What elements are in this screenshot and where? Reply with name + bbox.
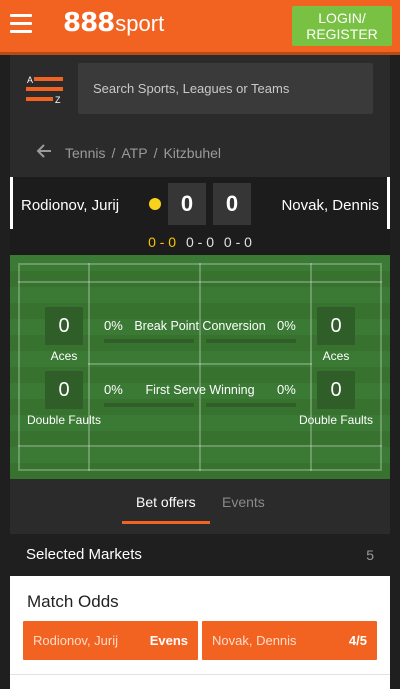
- login-label: LOGIN/: [318, 10, 366, 26]
- away-double-faults-value: 0: [317, 371, 355, 409]
- logo-number: 888: [63, 8, 115, 38]
- first-serve-title: First Serve Winning: [145, 383, 255, 397]
- away-odds-price: 4/5: [348, 633, 367, 648]
- home-first-serve-bar: [104, 403, 194, 407]
- tab-bet-offers[interactable]: Bet offers: [136, 494, 196, 510]
- az-icon-top-letter: A: [27, 75, 33, 85]
- serving-indicator: [149, 198, 161, 210]
- az-sort-icon[interactable]: A Z: [26, 75, 64, 103]
- tennis-court: [10, 255, 390, 479]
- breadcrumb-tennis[interactable]: Tennis: [65, 145, 105, 161]
- away-break-point-pct: 0%: [277, 318, 296, 333]
- top-header: 888sport LOGIN/ REGISTER: [0, 0, 400, 52]
- breadcrumb: Tennis / ATP / Kitzbuhel: [65, 145, 222, 161]
- selected-markets-count: 5: [366, 547, 374, 563]
- away-odds-name: Novak, Dennis: [212, 633, 297, 648]
- tab-bar: [10, 479, 390, 534]
- home-double-faults-value: 0: [45, 371, 83, 409]
- set-scores: 0 - 0 0 - 0 0 - 0: [10, 229, 390, 255]
- hamburger-menu-icon[interactable]: [10, 14, 32, 34]
- away-aces-value: 0: [317, 307, 355, 345]
- away-player-name: Novak, Dennis: [281, 197, 379, 214]
- away-score: 0: [213, 183, 251, 225]
- home-aces-label: Aces: [50, 349, 78, 363]
- home-odds-button[interactable]: Rodionov, Jurij Evens: [23, 621, 198, 660]
- set-score-1: 0 - 0: [148, 234, 177, 250]
- back-arrow-icon[interactable]: [36, 143, 52, 159]
- tab-events[interactable]: Events: [222, 494, 265, 510]
- odds-divider: [10, 674, 390, 675]
- away-first-serve-bar: [206, 403, 296, 407]
- break-point-title: Break Point Conversion: [134, 319, 266, 333]
- selected-markets-title: Selected Markets: [26, 546, 142, 563]
- brand-logo[interactable]: 888sport: [63, 8, 164, 38]
- match-odds-title: Match Odds: [27, 592, 119, 611]
- search-box: [78, 63, 373, 114]
- home-double-faults-label: Double Faults: [26, 413, 102, 427]
- away-odds-button[interactable]: Novak, Dennis 4/5: [202, 621, 377, 660]
- home-aces-value: 0: [45, 307, 83, 345]
- breadcrumb-atp[interactable]: ATP: [121, 145, 147, 161]
- login-register-button[interactable]: LOGIN/ REGISTER: [292, 6, 392, 46]
- breadcrumb-kitzbuhel[interactable]: Kitzbuhel: [163, 145, 221, 161]
- away-break-point-bar: [206, 339, 296, 343]
- away-first-serve-pct: 0%: [277, 382, 296, 397]
- set-score-2: 0 - 0: [185, 234, 214, 250]
- set-score-3: 0 - 0: [223, 234, 252, 250]
- home-odds-name: Rodionov, Jurij: [33, 633, 119, 648]
- home-score: 0: [168, 183, 206, 225]
- home-player-name: Rodionov, Jurij: [21, 197, 120, 214]
- active-tab-indicator: [122, 521, 210, 524]
- home-odds-price: Evens: [149, 633, 188, 648]
- away-aces-label: Aces: [322, 349, 350, 363]
- away-double-faults-label: Double Faults: [298, 413, 374, 427]
- az-icon-bottom-letter: Z: [55, 95, 61, 103]
- register-label: REGISTER: [306, 26, 378, 42]
- logo-word: sport: [115, 11, 165, 36]
- search-input[interactable]: [78, 63, 373, 114]
- home-break-point-bar: [104, 339, 194, 343]
